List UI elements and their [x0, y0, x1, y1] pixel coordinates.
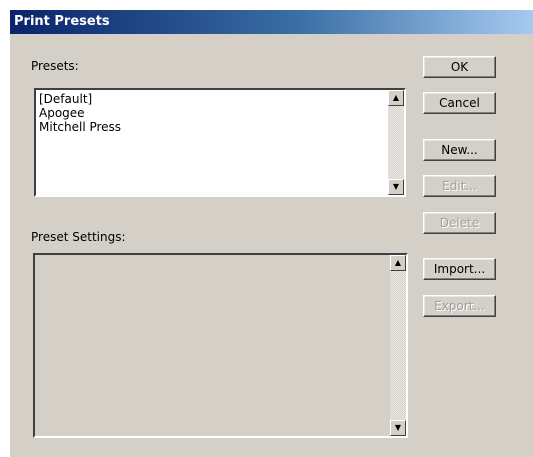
- preset-settings-panel: ▲ ▼: [33, 253, 408, 438]
- settings-scroll-down-arrow-icon[interactable]: ▼: [390, 420, 406, 436]
- edit-button[interactable]: Edit...: [423, 175, 496, 197]
- presets-list[interactable]: [Default] Apogee Mitchell Press ▲ ▼: [34, 88, 406, 197]
- presets-list-items: [Default] Apogee Mitchell Press: [39, 92, 121, 134]
- dialog-title: Print Presets: [14, 14, 110, 29]
- dialog-title-bar[interactable]: Print Presets: [10, 10, 533, 34]
- settings-scroll-up-arrow-icon[interactable]: ▲: [390, 255, 406, 271]
- new-button[interactable]: New...: [423, 139, 496, 161]
- scroll-up-arrow-icon[interactable]: ▲: [388, 90, 404, 106]
- preset-item-mitchell-press[interactable]: Mitchell Press: [39, 120, 121, 134]
- presets-label: Presets:: [31, 59, 79, 73]
- preset-item-default[interactable]: [Default]: [39, 92, 121, 106]
- scroll-down-arrow-icon[interactable]: ▼: [388, 179, 404, 195]
- presets-scrollbar[interactable]: ▲ ▼: [388, 90, 404, 195]
- settings-scrollbar[interactable]: ▲ ▼: [390, 255, 406, 436]
- preset-item-apogee[interactable]: Apogee: [39, 106, 121, 120]
- delete-button[interactable]: Delete: [423, 212, 496, 234]
- print-presets-dialog: Print Presets Presets: [Default] Apogee …: [10, 10, 533, 457]
- preset-settings-label: Preset Settings:: [31, 230, 126, 244]
- cancel-button[interactable]: Cancel: [423, 92, 496, 114]
- export-button[interactable]: Export...: [423, 295, 496, 317]
- ok-button[interactable]: OK: [423, 56, 496, 78]
- import-button[interactable]: Import...: [423, 258, 496, 280]
